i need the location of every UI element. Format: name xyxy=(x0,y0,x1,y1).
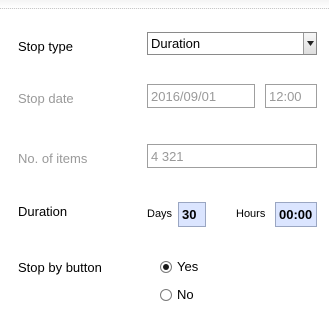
duration-label: Duration xyxy=(18,204,68,219)
stop-by-button-label: Stop by button xyxy=(18,260,102,275)
stop-time-field[interactable]: 12:00 xyxy=(265,84,317,108)
radio-yes-indicator[interactable] xyxy=(160,260,172,273)
items-label: No. of items xyxy=(18,151,88,166)
stop-date-field[interactable]: 2016/09/01 xyxy=(147,84,255,108)
stop-type-value: Duration xyxy=(151,36,201,51)
radio-no[interactable]: No xyxy=(160,287,194,302)
stop-type-label: Stop type xyxy=(18,39,73,54)
hours-label: Hours xyxy=(236,208,266,220)
days-field[interactable]: 30 xyxy=(178,202,206,227)
radio-no-label: No xyxy=(177,287,194,302)
stop-type-select[interactable]: Duration xyxy=(147,32,317,55)
days-label: Days xyxy=(147,208,173,220)
radio-no-indicator[interactable] xyxy=(160,288,172,301)
radio-yes[interactable]: Yes xyxy=(160,259,198,274)
stop-date-label: Stop date xyxy=(18,91,74,106)
chevron-down-icon[interactable] xyxy=(303,33,316,54)
hours-field[interactable]: 00:00 xyxy=(275,202,317,227)
radio-yes-label: Yes xyxy=(177,259,199,274)
top-divider xyxy=(0,0,329,9)
items-field[interactable]: 4 321 xyxy=(147,144,317,168)
